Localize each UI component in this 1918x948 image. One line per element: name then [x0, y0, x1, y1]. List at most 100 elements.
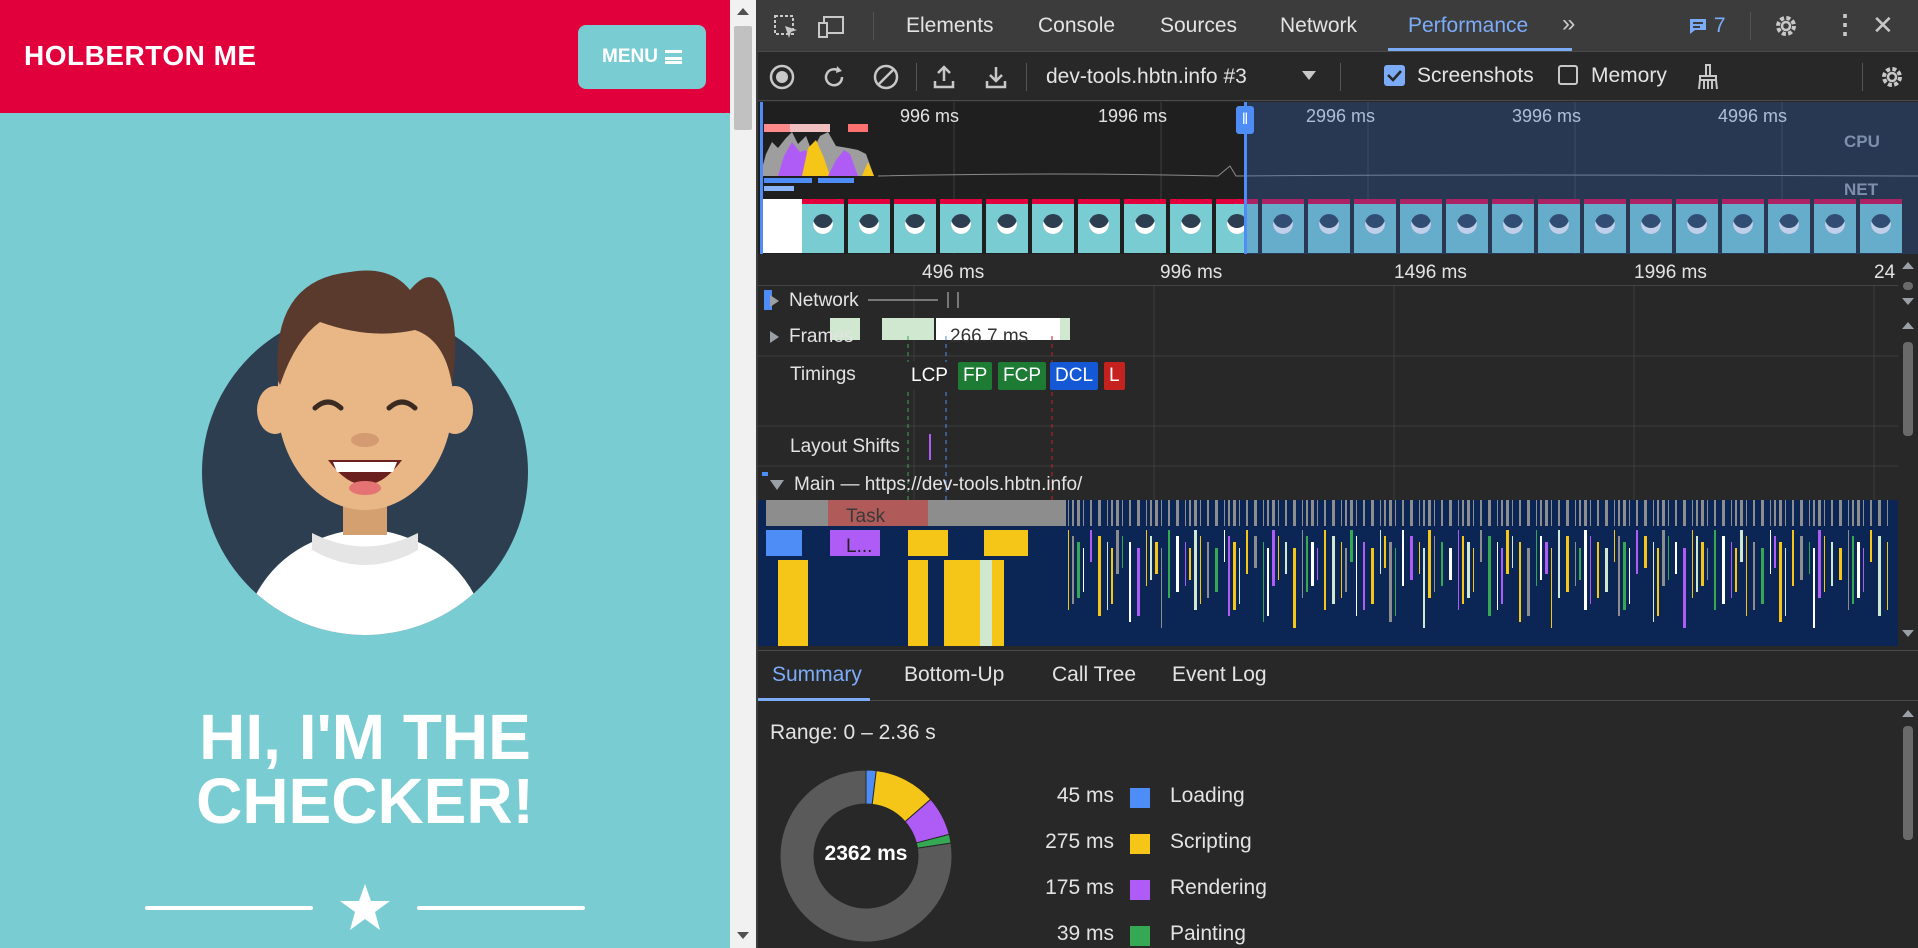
flame-bar[interactable]: [1161, 500, 1162, 526]
flame-bar[interactable]: [1356, 500, 1357, 526]
flame-bar[interactable]: [1785, 548, 1786, 616]
screenshots-checkbox[interactable]: [1384, 65, 1405, 86]
flame-bar[interactable]: [1575, 542, 1576, 586]
download-profile-icon[interactable]: [982, 63, 1010, 91]
flame-bar[interactable]: [1870, 500, 1872, 526]
flame-bar[interactable]: [1579, 500, 1581, 526]
flame-bar[interactable]: [1746, 536, 1747, 616]
scroll-down-arrow-icon[interactable]: [1902, 630, 1914, 637]
flame-bar[interactable]: [778, 560, 808, 646]
scrollbar-thumb[interactable]: [1903, 342, 1913, 436]
flame-bar[interactable]: [1644, 536, 1647, 568]
flame-bar[interactable]: [1410, 500, 1413, 526]
flame-bar[interactable]: [1774, 536, 1776, 568]
flame-bar[interactable]: [1614, 530, 1615, 562]
menu-button[interactable]: MENU: [578, 25, 706, 89]
flame-bar[interactable]: [1311, 500, 1314, 526]
flame-bar[interactable]: [1467, 542, 1470, 598]
flame-bar[interactable]: [1852, 500, 1854, 526]
flame-bar[interactable]: [1332, 500, 1335, 526]
flame-bar[interactable]: [1068, 530, 1069, 610]
flame-bar[interactable]: [1458, 530, 1459, 610]
flame-bar[interactable]: [908, 560, 928, 646]
scroll-up-arrow-icon[interactable]: [1902, 262, 1914, 269]
flame-bar[interactable]: [1185, 542, 1186, 586]
flame-bar[interactable]: [1285, 542, 1287, 574]
flame-bar[interactable]: [1668, 536, 1669, 580]
tab-network[interactable]: Network: [1280, 14, 1357, 38]
upload-profile-icon[interactable]: [930, 63, 958, 91]
flame-bar[interactable]: [1441, 500, 1443, 526]
flame-bar[interactable]: [1449, 500, 1452, 526]
flame-bar[interactable]: [1068, 500, 1069, 526]
flame-bar[interactable]: [1497, 542, 1498, 610]
flame-bar[interactable]: [1263, 542, 1264, 622]
flame-bar[interactable]: [1224, 500, 1225, 526]
flame-bar[interactable]: [1090, 500, 1092, 526]
flame-bar[interactable]: [1098, 500, 1101, 526]
recording-select[interactable]: dev-tools.hbtn.info #3: [1040, 62, 1330, 92]
flame-bar[interactable]: [1696, 500, 1698, 526]
flame-bar[interactable]: [1306, 536, 1308, 592]
flame-bar[interactable]: [1540, 500, 1542, 526]
flame-bar[interactable]: [1566, 536, 1569, 592]
flame-bar[interactable]: [1363, 500, 1365, 526]
inspect-element-icon[interactable]: [772, 13, 800, 41]
flame-bar[interactable]: [1278, 500, 1279, 526]
flame-bar[interactable]: [1350, 530, 1353, 562]
flame-bar[interactable]: [1848, 500, 1849, 526]
flame-bar[interactable]: [1558, 530, 1560, 598]
flame-bar[interactable]: [1473, 548, 1474, 592]
collapse-arrow-icon[interactable]: [770, 479, 784, 490]
flame-bar[interactable]: [1852, 536, 1854, 604]
flame-bar[interactable]: [1176, 536, 1179, 592]
flame-bar[interactable]: [1458, 500, 1459, 526]
clear-icon[interactable]: [872, 63, 900, 91]
flame-bar[interactable]: [1779, 500, 1782, 526]
flame-bar[interactable]: [1636, 500, 1638, 526]
flame-bar[interactable]: [1519, 500, 1521, 526]
flame-bar[interactable]: [1618, 500, 1620, 526]
flame-bar[interactable]: [1107, 500, 1108, 526]
flame-bar[interactable]: [1441, 542, 1443, 586]
tab-performance[interactable]: Performance: [1408, 14, 1528, 38]
flame-bar[interactable]: [1857, 500, 1860, 526]
flame-bar[interactable]: [1740, 500, 1743, 526]
scroll-up-arrow-icon[interactable]: [1902, 710, 1914, 717]
flame-bar[interactable]: [1239, 500, 1240, 526]
flame-bar[interactable]: [1731, 542, 1732, 598]
flame-bar[interactable]: [1785, 500, 1786, 526]
flame-bar[interactable]: [1590, 500, 1591, 526]
flame-bar[interactable]: [1207, 542, 1209, 598]
flame-bar[interactable]: [1473, 500, 1474, 526]
flame-bar[interactable]: [1551, 500, 1552, 526]
flame-bar[interactable]: [1215, 500, 1218, 526]
flame-bar[interactable]: [1683, 548, 1686, 628]
flame-bar[interactable]: [984, 530, 1028, 556]
flame-bar[interactable]: [1536, 530, 1537, 586]
flame-bar[interactable]: [1558, 500, 1560, 526]
flame-bar[interactable]: [1800, 536, 1803, 580]
flame-bar[interactable]: [1545, 500, 1548, 526]
flame-bar[interactable]: [1707, 500, 1708, 526]
flame-bar[interactable]: [1653, 542, 1654, 622]
flame-bar[interactable]: [1662, 500, 1665, 526]
flame-bar[interactable]: [1792, 530, 1794, 586]
more-options-kebab-icon[interactable]: ⋮: [1832, 10, 1858, 38]
flame-bar[interactable]: [1545, 542, 1548, 574]
flame-bar[interactable]: [1870, 530, 1872, 562]
flame-bar[interactable]: [1566, 500, 1569, 526]
flame-bar[interactable]: [1714, 530, 1716, 610]
flame-bar[interactable]: [1116, 530, 1119, 574]
scroll-up-arrow-icon[interactable]: [1902, 322, 1914, 329]
flame-bar[interactable]: [1228, 536, 1230, 616]
flame-bar[interactable]: [1488, 500, 1491, 526]
flame-bar[interactable]: [1701, 500, 1704, 526]
screenshot-thumbnail[interactable]: [1078, 199, 1120, 253]
scroll-down-arrow-icon[interactable]: [737, 932, 749, 939]
flame-bar[interactable]: [1194, 530, 1197, 610]
flame-bar[interactable]: [1761, 548, 1764, 604]
flame-bar[interactable]: [1480, 530, 1482, 562]
flame-bar[interactable]: [1540, 536, 1542, 580]
flame-bar[interactable]: [1129, 500, 1131, 526]
